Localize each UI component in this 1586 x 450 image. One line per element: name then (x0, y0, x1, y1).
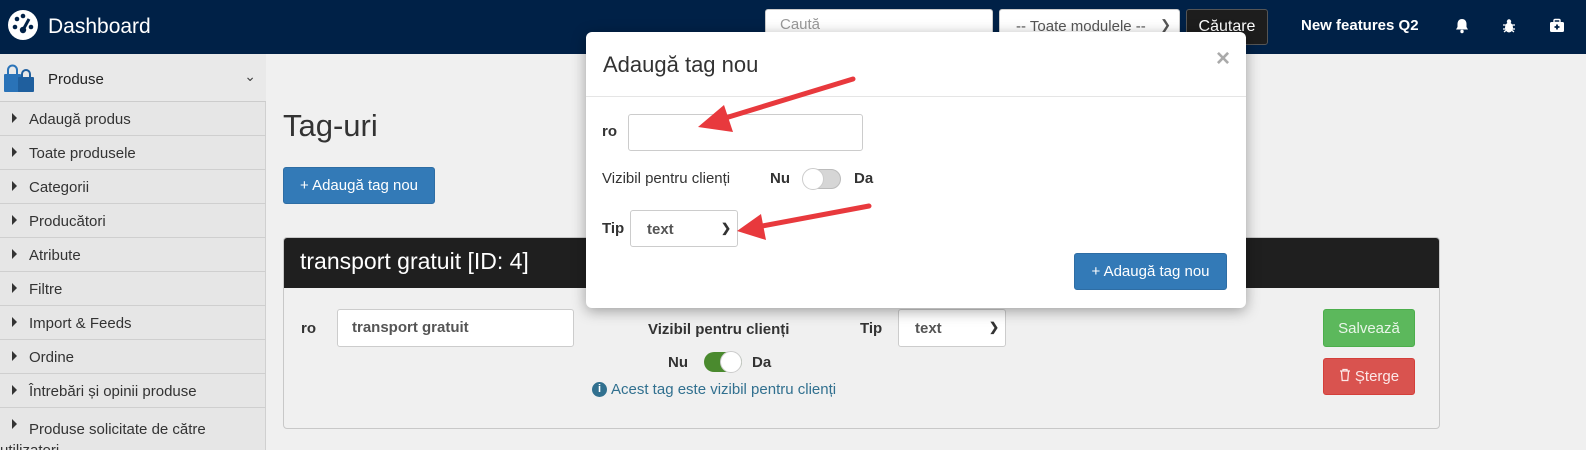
sidebar-item-produse-solicitate[interactable]: Produse solicitate de către utilizatori (0, 408, 266, 450)
sidebar-item-label: Întrebări și opinii produse (29, 383, 197, 400)
sidebar-item-ordine[interactable]: Ordine (0, 340, 266, 374)
delete-button[interactable]: Șterge (1323, 358, 1415, 395)
sidebar-item-producatori[interactable]: Producători (0, 204, 266, 238)
modal-type-label: Tip (602, 220, 625, 237)
caret-right-icon (12, 385, 17, 395)
medkit-icon[interactable] (1546, 15, 1568, 37)
sidebar-item-categorii[interactable]: Categorii (0, 170, 266, 204)
caret-right-icon (12, 249, 17, 259)
visible-label: Vizibil pentru clienți (648, 321, 790, 338)
brand[interactable]: Dashboard (6, 9, 151, 45)
sidebar-item-atribute[interactable]: Atribute (0, 238, 266, 272)
tag-name-input[interactable]: transport gratuit (337, 309, 574, 347)
caret-right-icon (12, 351, 17, 361)
dashboard-icon (6, 8, 48, 46)
chevron-down-icon: ❯ (988, 320, 999, 334)
modal-divider (586, 96, 1246, 97)
sidebar-section-label: Produse (48, 71, 104, 88)
sidebar-item-label: Producători (29, 213, 106, 230)
modal-type-select[interactable]: text ❯ (630, 210, 738, 247)
sidebar-item-label: Categorii (29, 179, 90, 196)
lang-label: ro (301, 320, 316, 337)
toggle-knob (802, 168, 824, 190)
caret-right-icon (12, 113, 17, 123)
caret-right-icon (12, 147, 17, 157)
type-select-value: text (915, 320, 942, 337)
sidebar-item-label: Ordine (29, 349, 75, 366)
toggle-knob (720, 351, 742, 373)
caret-right-icon (12, 283, 17, 293)
sidebar-item-label: Toate produsele (29, 145, 136, 162)
modal-lang-label: ro (602, 123, 617, 140)
type-select[interactable]: text ❯ (898, 309, 1006, 347)
bell-icon[interactable] (1451, 15, 1473, 37)
type-label: Tip (860, 320, 883, 337)
sidebar-item-label: Import & Feeds (29, 315, 132, 332)
chevron-down-icon: ❯ (720, 221, 731, 235)
sidebar-item-import-feeds[interactable]: Import & Feeds (0, 306, 266, 340)
add-tag-button[interactable]: + Adaugă tag nou (283, 167, 435, 204)
caret-right-icon (12, 317, 17, 327)
modal-toggle-yes-label: Da (854, 170, 874, 187)
sidebar-section-produse[interactable]: Produse ⌄ (0, 54, 266, 102)
sidebar-item-label: Atribute (29, 247, 81, 264)
modal-title: Adaugă tag nou (603, 52, 759, 77)
page-title: Tag-uri (283, 108, 378, 143)
sidebar: Produse ⌄ Adaugă produs Toate produsele … (0, 54, 266, 450)
new-features-link[interactable]: New features Q2 (1301, 17, 1419, 34)
toggle-no-label: Nu (668, 354, 688, 371)
close-icon[interactable]: × (1216, 45, 1230, 73)
brand-title: Dashboard (48, 15, 151, 38)
save-button[interactable]: Salvează (1323, 309, 1415, 347)
modal-visible-label: Vizibil pentru clienți (602, 170, 731, 187)
chevron-down-icon: ❯ (1160, 17, 1171, 32)
shopping-bags-icon (2, 62, 36, 99)
sidebar-item-label: Filtre (29, 281, 63, 298)
caret-right-icon (12, 181, 17, 191)
modal-visible-toggle[interactable] (802, 168, 841, 190)
add-tag-modal: Adaugă tag nou × ro Vizibil pentru clien… (586, 32, 1246, 308)
visible-toggle[interactable] (704, 351, 742, 373)
caret-right-icon (12, 215, 17, 225)
sidebar-item-filtre[interactable]: Filtre (0, 272, 266, 306)
delete-button-label: Șterge (1354, 368, 1400, 385)
modal-toggle-no-label: Nu (770, 170, 790, 187)
sidebar-item-label: Produse solicitate de către utilizatori (0, 421, 206, 450)
chevron-down-icon: ⌄ (244, 68, 256, 84)
sidebar-item-intrebari-opinii[interactable]: Întrebări și opinii produse (0, 374, 266, 408)
modal-type-select-value: text (647, 221, 674, 238)
visibility-note-text: Acest tag este vizibil pentru clienți (611, 381, 837, 398)
sidebar-item-toate-produsele[interactable]: Toate produsele (0, 136, 266, 170)
modal-tag-name-input[interactable] (628, 114, 863, 151)
info-icon: i (592, 382, 607, 397)
bug-icon[interactable] (1498, 15, 1520, 37)
sidebar-item-label: Adaugă produs (29, 111, 131, 128)
sidebar-item-adauga-produs[interactable]: Adaugă produs (0, 102, 266, 136)
trash-icon (1339, 368, 1351, 386)
visibility-note: i Acest tag este vizibil pentru clienți (592, 381, 836, 398)
toggle-yes-label: Da (752, 354, 772, 371)
modal-add-tag-button[interactable]: + Adaugă tag nou (1074, 253, 1227, 290)
